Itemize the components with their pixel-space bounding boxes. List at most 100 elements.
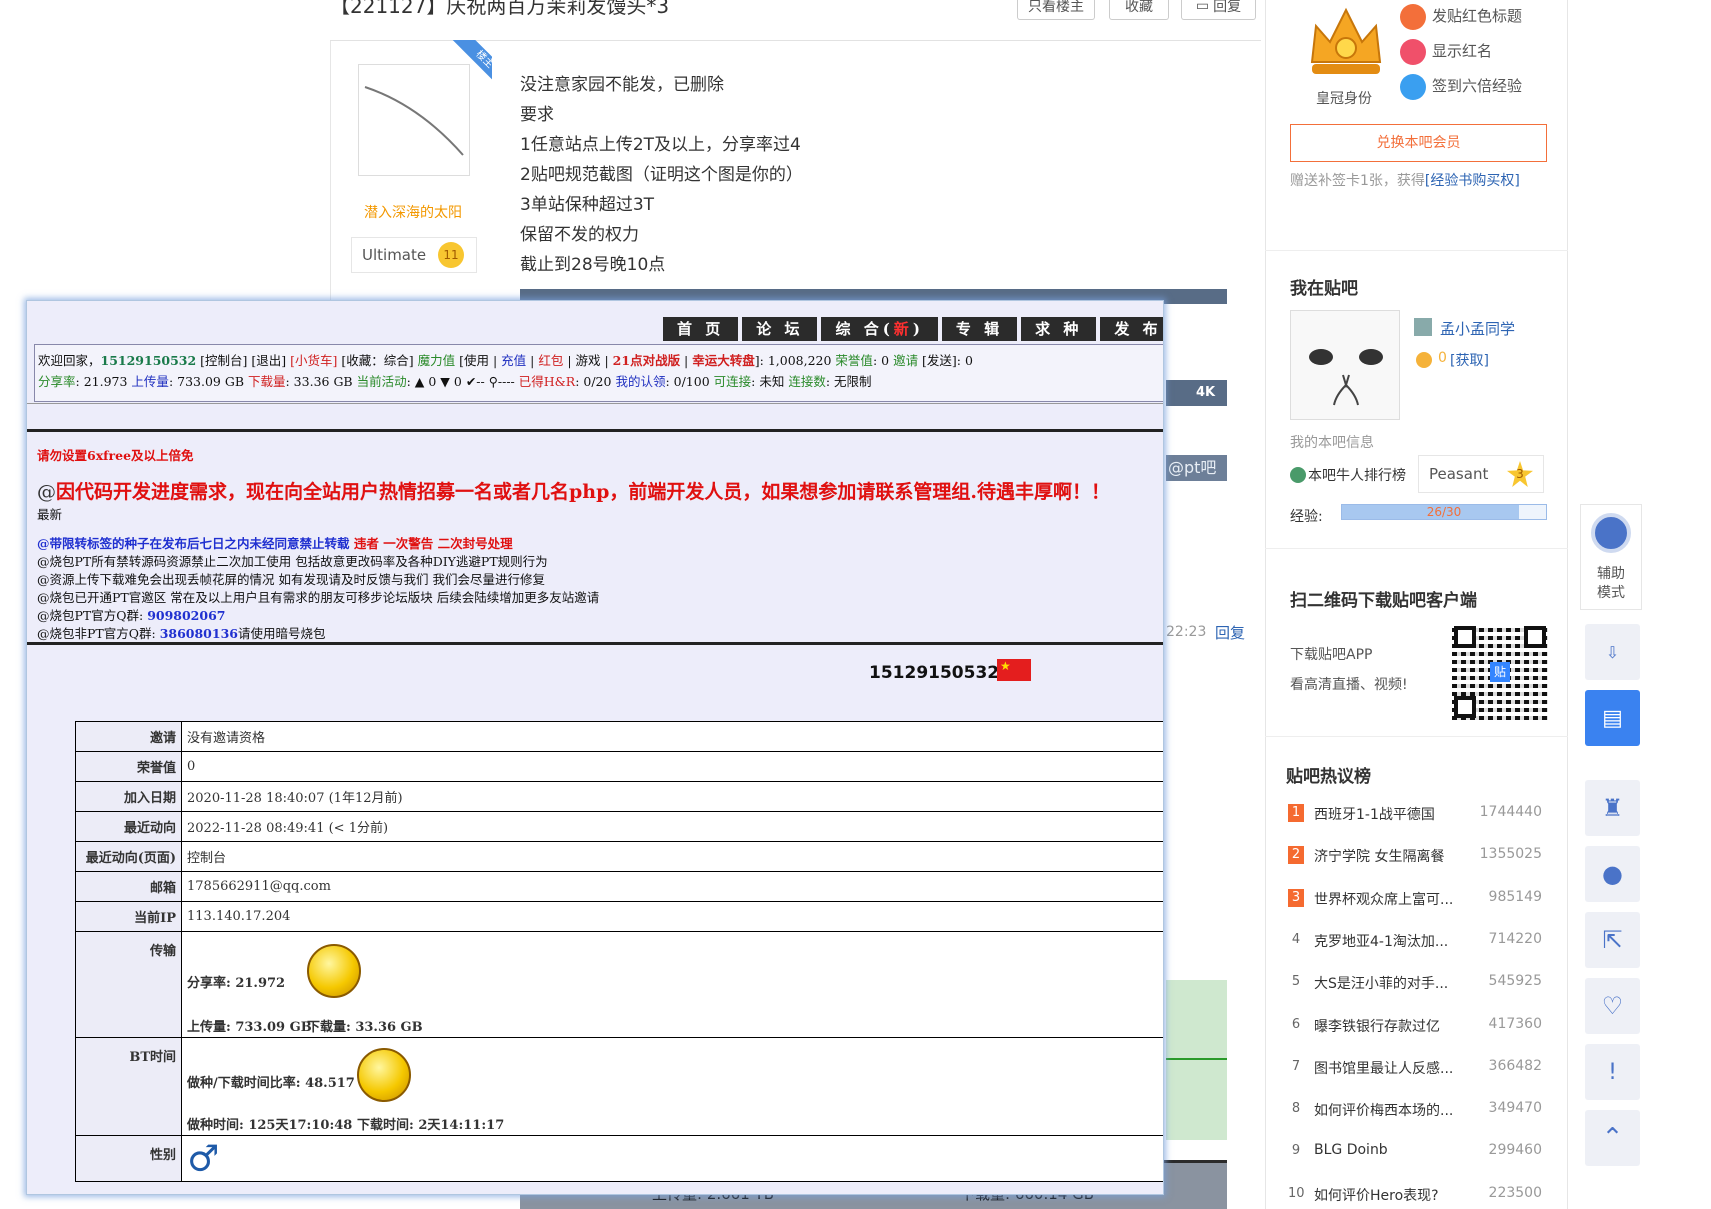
level-title: Ultimate <box>362 246 427 264</box>
hot-topic[interactable]: 如何评价Hero表现? <box>1314 1185 1439 1205</box>
hot-topic[interactable]: BLG Doinb <box>1314 1142 1388 1158</box>
only-op-button[interactable]: 只看楼主 <box>1017 0 1095 20</box>
post-line: 没注意家园不能发，已删除 <box>520 75 724 95</box>
profile-table: 邀请 没有邀请资格 荣誉值 0 加入日期 2020-11-28 18:40:07 (1… <box>75 721 1163 1182</box>
table-row: BT时间 做种/下载时间比率: 48.517 做种时间: 125天17:10:4… <box>75 1037 1163 1136</box>
row-label: 最近动向(页面) <box>75 841 182 872</box>
nav-request[interactable]: 求 种 <box>1021 317 1097 341</box>
tieba-level[interactable]: Peasant 3 <box>1418 455 1544 493</box>
seed-time: 做种时间: 125天17:10:48 <box>187 1118 353 1133</box>
nav-general[interactable]: 综 合(新) <box>821 317 938 341</box>
table-row: 当前IP 113.140.17.204 <box>75 901 1163 932</box>
row-value: 控制台 <box>181 841 1163 872</box>
exchange-member-button[interactable]: 兑换本吧会员 <box>1290 124 1547 162</box>
perk-red-name: 显示红名 <box>1432 42 1493 60</box>
qr-code: 贴 <box>1452 624 1548 720</box>
qq-group-line: @烧包PT官方Q群: 909802067 <box>37 605 225 624</box>
upload-value: 上传量: 733.09 GB <box>187 1020 312 1035</box>
row-label: BT时间 <box>75 1037 182 1136</box>
hdr2-seg: : 21.973 <box>75 374 132 389</box>
hdr1-seg: 魔力值 <box>417 353 456 368</box>
row-label: 邀请 <box>75 721 182 752</box>
hdr1-seg: ]: 1,008,220 <box>754 353 836 368</box>
coin-count: 0 <box>1438 350 1447 366</box>
back-to-top-icon[interactable]: ⌃ <box>1585 1110 1640 1166</box>
hdr2-seg: 可连接 <box>713 374 752 389</box>
hot-count: 223500 <box>1488 1184 1542 1201</box>
user-name[interactable]: 孟小孟同学 <box>1440 318 1515 339</box>
my-tieba-title: 我在贴吧 <box>1290 279 1358 299</box>
hot-rank: 2 <box>1288 846 1304 865</box>
ranking-link[interactable]: 本吧牛人排行榜 <box>1308 465 1406 485</box>
tieba-bear-icon[interactable]: ♜ <box>1585 780 1640 836</box>
row-value: 2022-11-28 08:49:41 (< 1分前) <box>181 811 1163 842</box>
hdr2-seg: : 未知 <box>751 374 789 389</box>
reply-button[interactable]: ▭ 回复 <box>1181 0 1256 20</box>
hot-count: 545925 <box>1488 973 1542 990</box>
rule-line: @烧包PT所有禁转源码资源禁止二次加工使用 包括故意更改码率及各种DIY逃避PT… <box>37 554 548 569</box>
hot-topic[interactable]: 曝李铁银行存款过亿 <box>1314 1016 1440 1036</box>
qq2-label: @烧包非PT官方Q群: <box>37 626 160 641</box>
post-reply-link[interactable]: 回复 <box>1215 622 1245 643</box>
row-label: 传输 <box>75 931 182 1038</box>
get-coin-link[interactable]: [获取] <box>1450 350 1489 370</box>
hdr1-seg: 欢迎回家， <box>38 353 101 368</box>
post-image-watermark: @pt吧 <box>1166 455 1227 481</box>
hot-topic[interactable]: 大S是汪小菲的对手... <box>1314 973 1448 993</box>
hdr1-seg: 荣誉值 <box>835 353 873 368</box>
hdr2-seg: : 733.09 GB <box>168 374 248 389</box>
bt-time-cell: 做种/下载时间比率: 48.517 做种时间: 125天17:10:48 下载时… <box>181 1037 1163 1136</box>
rule-line: @资源上传下载难免会出现丢帧花屏的情况 如有发现请及时反馈与我们 我们会尽量进行… <box>37 572 545 587</box>
crown-label: 皇冠身份 <box>1316 91 1372 107</box>
user-avatar[interactable] <box>1290 310 1400 420</box>
bear-face-icon[interactable]: ● <box>1585 846 1640 902</box>
hdr1-seg: [控制台] [退出] <box>196 353 291 368</box>
hot-rank: 8 <box>1291 1101 1301 1117</box>
rule-line: @烧包已开通PT官邀区 常在及以上用户且有需求的朋友可移步论坛版块 后续会陆续增… <box>37 590 600 605</box>
table-row: 邮箱 1785662911@qq.com <box>75 871 1163 902</box>
hdr1-seg: 红包 <box>538 353 564 368</box>
hdr2-seg: : ▲ 0 ▼ 0 ✔-- ⚲---- <box>406 374 519 389</box>
hot-topic[interactable]: 如何评价梅西本场的... <box>1314 1100 1453 1120</box>
post-image-fragment: 4K <box>1166 380 1227 406</box>
divider <box>1265 548 1568 549</box>
like-icon[interactable]: ♡ <box>1585 978 1640 1034</box>
red-title-icon <box>1400 4 1426 30</box>
hot-topic[interactable]: 济宁学院 女生隔离餐 <box>1314 846 1444 866</box>
report-icon[interactable]: ! <box>1585 1044 1640 1100</box>
hdr1-seg: [发送]: 0 <box>918 353 973 368</box>
row-label: 荣誉值 <box>75 751 182 782</box>
table-row: 最近动向 2022-11-28 08:49:41 (< 1分前) <box>75 811 1163 842</box>
author-avatar[interactable] <box>358 64 470 176</box>
share-icon[interactable]: ⇱ <box>1585 912 1640 968</box>
qq2-tail: 请使用暗号烧包 <box>237 626 326 641</box>
hot-topic[interactable]: 世界杯观众席上富可... <box>1314 889 1453 909</box>
exp-bar: 26/30 <box>1341 504 1547 520</box>
hdr1-seg: | <box>526 353 539 368</box>
assist-mode-button[interactable]: 辅助模式 <box>1580 504 1642 610</box>
ranking-icon <box>1290 467 1306 483</box>
sign-in-icon <box>1400 74 1426 100</box>
qr-line2: 看高清直播、视频! <box>1290 677 1408 693</box>
author-level[interactable]: Ultimate 11 <box>351 237 477 273</box>
nav-album[interactable]: 专 辑 <box>941 317 1018 341</box>
nav-home[interactable]: 首 页 <box>663 317 739 341</box>
tieba-level-title: Peasant <box>1429 465 1489 483</box>
hot-rank: 10 <box>1288 1185 1305 1201</box>
profile-username: 15129150532 <box>869 663 1000 683</box>
message-icon[interactable]: ▤ <box>1585 690 1640 746</box>
qr-badge: 贴 <box>1490 662 1510 682</box>
nav-upload[interactable]: 发 布 <box>1100 317 1163 341</box>
author-name[interactable]: 潜入深海的太阳 <box>330 202 496 222</box>
op-badge-label: 楼主 <box>452 40 492 80</box>
crown-icon <box>1306 4 1386 84</box>
gift-link[interactable]: [经验书购买权] <box>1425 173 1520 189</box>
download-app-icon[interactable]: ⇩ <box>1585 624 1640 680</box>
assist-label: 辅助模式 <box>1597 566 1625 601</box>
nav-forum[interactable]: 论 坛 <box>742 317 818 341</box>
hot-count: 1744440 <box>1479 804 1542 820</box>
hot-topic[interactable]: 西班牙1-1战平德国 <box>1314 804 1435 824</box>
hot-topic[interactable]: 克罗地亚4-1淘汰加... <box>1314 931 1448 951</box>
favorite-button[interactable]: 收藏 <box>1109 0 1169 20</box>
hot-topic[interactable]: 图书馆里最让人反感... <box>1314 1058 1453 1078</box>
